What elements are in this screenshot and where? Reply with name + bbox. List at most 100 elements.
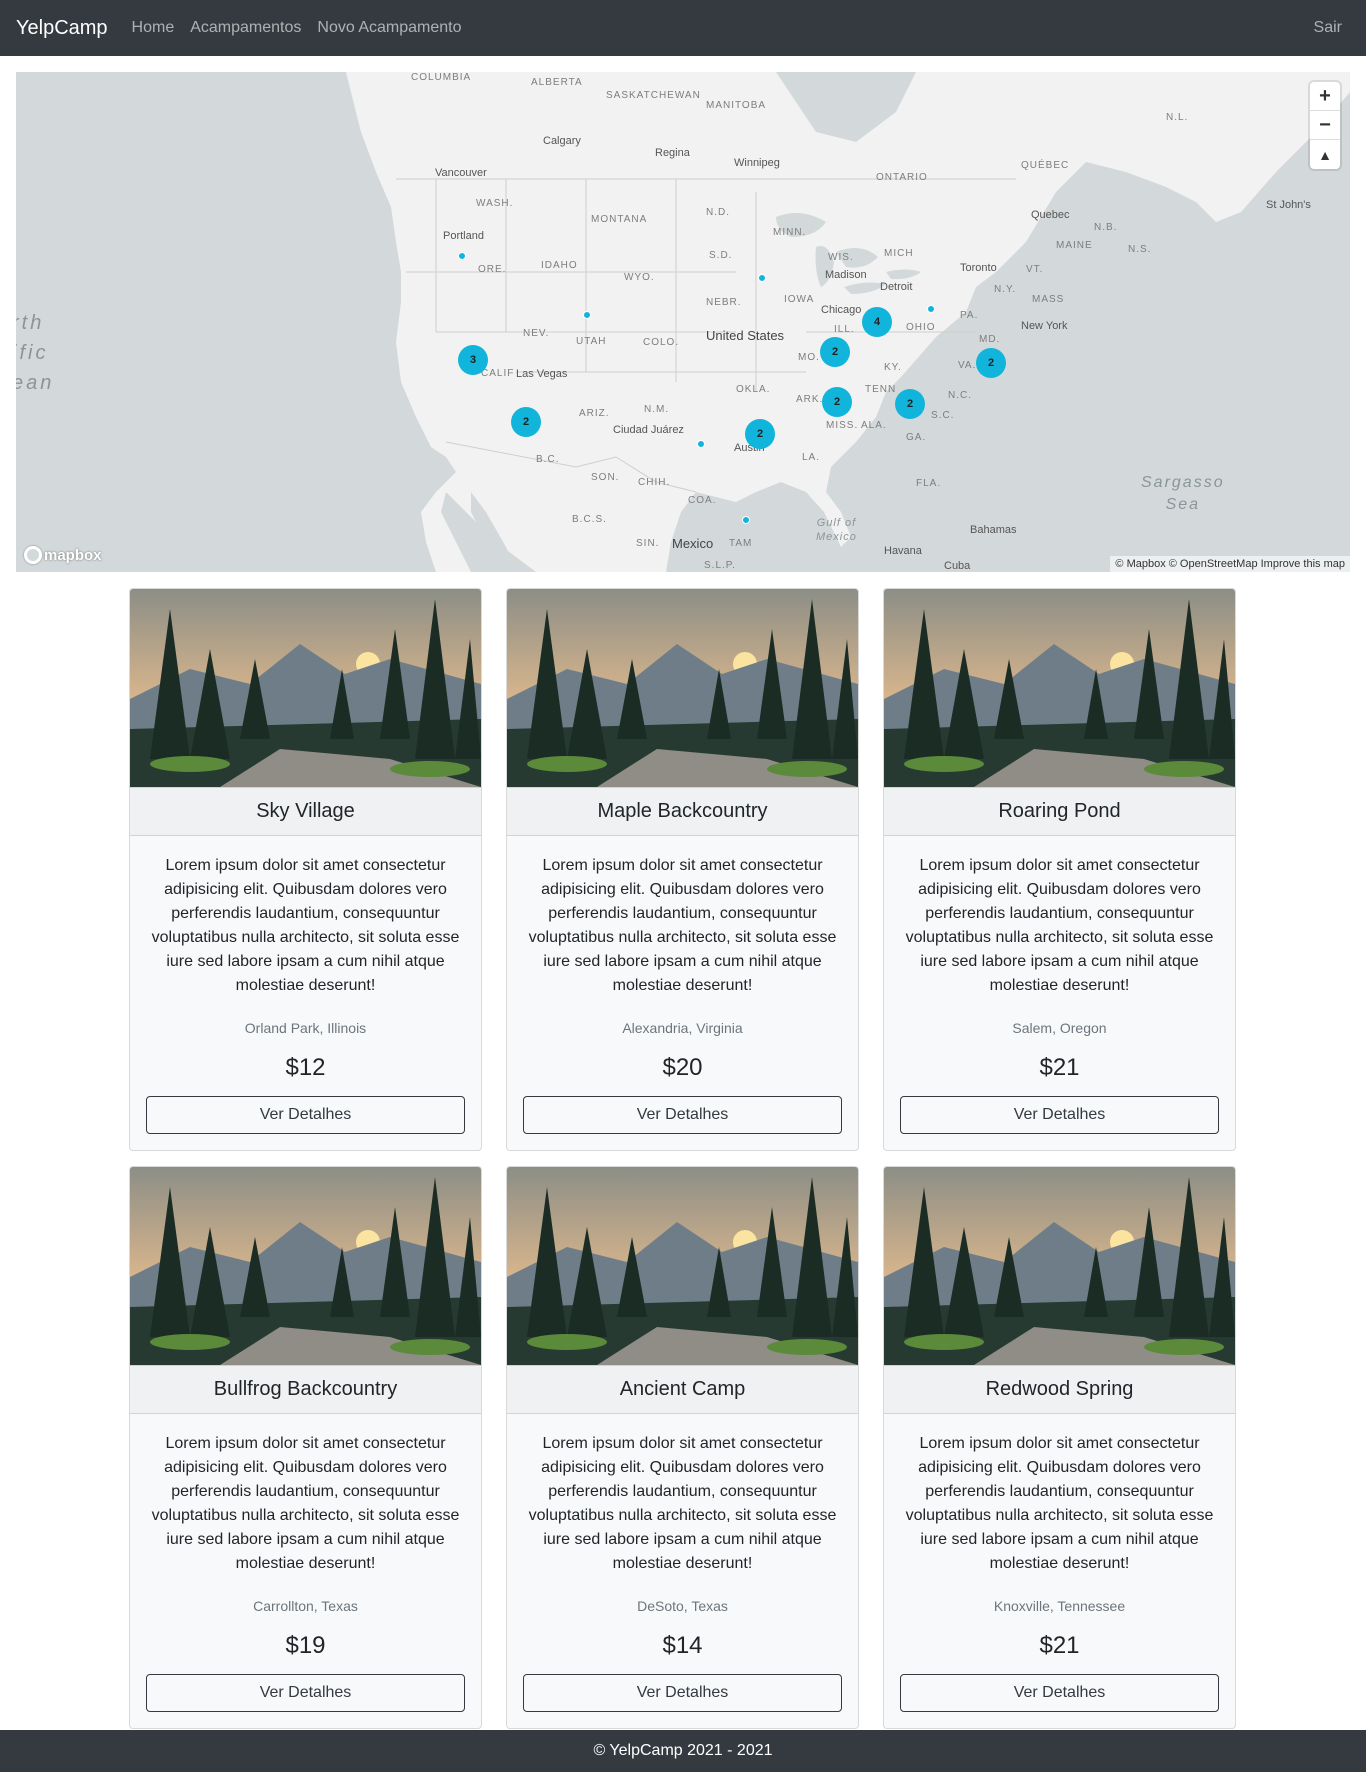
view-details-button[interactable]: Ver Detalhes [523,1096,842,1134]
region-label: VA. [958,360,977,371]
region-label: ILL. [834,324,855,335]
card-price: $12 [285,1054,326,1081]
zoom-out-button[interactable]: − [1310,111,1340,140]
nav-link-home[interactable]: Home [132,19,175,37]
card-location: Salem, Oregon [1012,1020,1107,1036]
mapbox-logo[interactable]: mapbox [24,546,102,564]
card-title: Bullfrog Backcountry [130,1365,481,1414]
brand-link[interactable]: YelpCamp [16,17,108,40]
region-label: N.Y. [994,284,1017,295]
cluster-marker[interactable]: 2 [822,387,852,417]
sea-label-text: Sargasso Sea [1141,474,1225,513]
view-details-button[interactable]: Ver Detalhes [146,1674,465,1712]
card-description: Lorem ipsum dolor sit amet consectetur a… [905,1435,1214,1572]
card-price: $20 [662,1054,703,1081]
city-label: Las Vegas [516,368,568,380]
cluster-marker[interactable]: 2 [976,348,1006,378]
cluster-marker[interactable]: 2 [820,337,850,367]
point-marker[interactable] [742,516,750,524]
campground-image [130,589,481,787]
country-label-mexico: Mexico [672,536,714,551]
map-attribution[interactable]: © Mapbox © OpenStreetMap Improve this ma… [1110,556,1350,572]
nav-link-new-campground[interactable]: Novo Acampamento [317,19,461,37]
compass-icon[interactable]: ▲ [1310,140,1340,169]
city-label: Chicago [821,304,862,316]
card-body: Lorem ipsum dolor sit amet consectetur a… [507,1414,858,1728]
view-details-button[interactable]: Ver Detalhes [900,1674,1219,1712]
card-description: Lorem ipsum dolor sit amet consectetur a… [905,857,1214,994]
campground-image [884,589,1235,787]
cluster-marker[interactable]: 2 [895,389,925,419]
zoom-in-button[interactable]: + [1310,82,1340,111]
region-label: N.C. [948,390,972,401]
card-title: Ancient Camp [507,1365,858,1414]
point-marker[interactable] [697,440,705,448]
city-label: Ciudad Juárez [613,424,684,436]
card-price: $19 [285,1632,326,1659]
country-label-us: United States [706,328,785,343]
card-body: Lorem ipsum dolor sit amet consectetur a… [884,836,1235,1150]
region-label: FLA. [916,478,942,489]
region-label: ARIZ. [579,408,610,419]
cluster-marker[interactable]: 2 [745,419,775,449]
region-label: B.C.S. [572,514,607,525]
card-body: Lorem ipsum dolor sit amet consectetur a… [130,1414,481,1728]
cluster-map[interactable]: rth ific ean Sargasso Sea Gulf of Mexico… [16,72,1350,572]
region-label: OKLA. [736,384,771,395]
city-label: Vancouver [435,167,487,179]
region-label: VT. [1026,264,1044,275]
region-label: N.L. [1166,112,1189,123]
region-label: PA. [960,310,979,321]
region-label: ONTARIO [876,172,928,183]
cluster-marker[interactable]: 3 [458,345,488,375]
region-label: NEV. [523,328,550,339]
card-location: Knoxville, Tennessee [993,1598,1126,1614]
card-description: Lorem ipsum dolor sit amet consectetur a… [528,1435,837,1572]
card-title: Sky Village [130,787,481,836]
view-details-button[interactable]: Ver Detalhes [523,1674,842,1712]
region-label: TENN [865,384,897,395]
gulf-label: Gulf of Mexico [816,516,857,544]
view-details-button[interactable]: Ver Detalhes [900,1096,1219,1134]
footer: © YelpCamp 2021 - 2021 [0,1730,1366,1772]
city-label: Detroit [880,281,913,293]
region-label: GA. [906,432,927,443]
campground-card: Ancient Camp Lorem ipsum dolor sit amet … [506,1166,859,1729]
region-label: KY. [884,362,902,373]
region-label: COA. [688,495,717,506]
region-label: ORE. [478,264,507,275]
region-label: S.D. [709,250,733,261]
region-label: MISS. [826,420,859,431]
campground-card: Roaring Pond Lorem ipsum dolor sit amet … [883,588,1236,1151]
logout-link[interactable]: Sair [1314,19,1342,37]
region-label: COLO. [643,337,680,348]
view-details-button[interactable]: Ver Detalhes [146,1096,465,1134]
region-label: COLUMBIA [411,72,472,83]
region-label: N.D. [706,207,730,218]
cluster-marker[interactable]: 4 [862,307,892,337]
card-title: Redwood Spring [884,1365,1235,1414]
cluster-marker[interactable]: 2 [511,407,541,437]
card-title: Roaring Pond [884,787,1235,836]
campground-card: Redwood Spring Lorem ipsum dolor sit ame… [883,1166,1236,1729]
point-marker[interactable] [927,305,935,313]
city-label: St John's [1266,199,1311,211]
point-marker[interactable] [458,252,466,260]
region-label: CHIH. [638,477,671,488]
city-label: Cuba [944,560,971,572]
card-description: Lorem ipsum dolor sit amet consectetur a… [151,857,460,994]
point-marker[interactable] [758,274,766,282]
region-label: N.B. [1094,222,1118,233]
region-label: MONTANA [591,214,648,225]
region-label: ARK. [796,394,824,405]
card-title: Maple Backcountry [507,787,858,836]
nav-link-campgrounds[interactable]: Acampamentos [190,19,301,37]
city-label: Regina [655,147,690,159]
card-description: Lorem ipsum dolor sit amet consectetur a… [528,857,837,994]
card-location: Alexandria, Virginia [622,1020,743,1036]
point-marker[interactable] [583,311,591,319]
ocean-label: rth ific ean [16,308,54,398]
city-label: Toronto [960,262,997,274]
city-label: Quebec [1031,209,1070,221]
footer-text: © YelpCamp 2021 - 2021 [593,1742,773,1759]
